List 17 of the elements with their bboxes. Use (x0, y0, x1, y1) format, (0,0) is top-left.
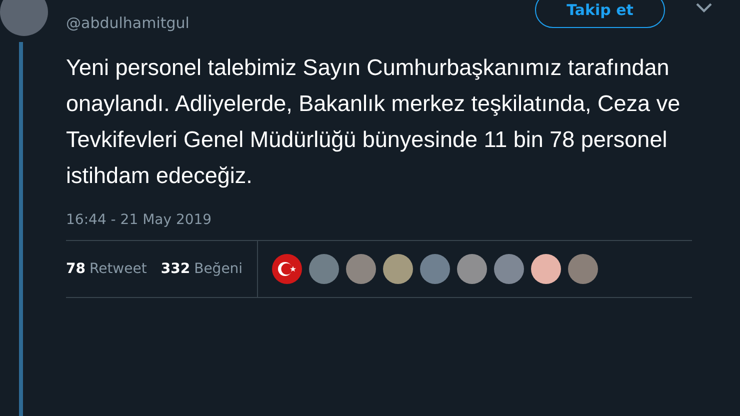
follow-button[interactable]: Takip et (535, 0, 665, 28)
user-handle: @abdulhamitgul (66, 14, 190, 32)
avatar-photo-placeholder[interactable] (382, 254, 413, 284)
avatar-photo-placeholder[interactable] (568, 254, 598, 284)
avatar-photo-placeholder[interactable] (456, 254, 487, 284)
tweet-timestamp[interactable]: 16:44 - 21 May 2019 (66, 212, 721, 228)
avatar-photo-placeholder[interactable] (308, 254, 339, 284)
chevron-down-icon[interactable] (695, 2, 713, 14)
avatar-photo-placeholder[interactable] (494, 254, 524, 284)
avatar-photo-placeholder[interactable] (420, 254, 450, 284)
tweet-stat[interactable]: 332 Beğeni (160, 261, 243, 277)
tweet-text: Yeni personel talebimiz Sayın Cumhurbaşkanımız tarafından onaylandı. Adliyelerde, Bakanlık merkez teşkilatında, Ceza ve Tevkifevleri Genel Müdürlüğü bünyesinde 11 bin 78 personel istihdam edeceğiz. (66, 54, 682, 190)
avatar-photo-placeholder[interactable] (530, 254, 561, 284)
tweet-stat[interactable]: 78 Retweet (66, 261, 147, 277)
profile-avatar[interactable] (0, 0, 48, 36)
avatar-photo-placeholder[interactable] (346, 254, 376, 284)
flag-avatar-icon[interactable] (272, 254, 302, 284)
